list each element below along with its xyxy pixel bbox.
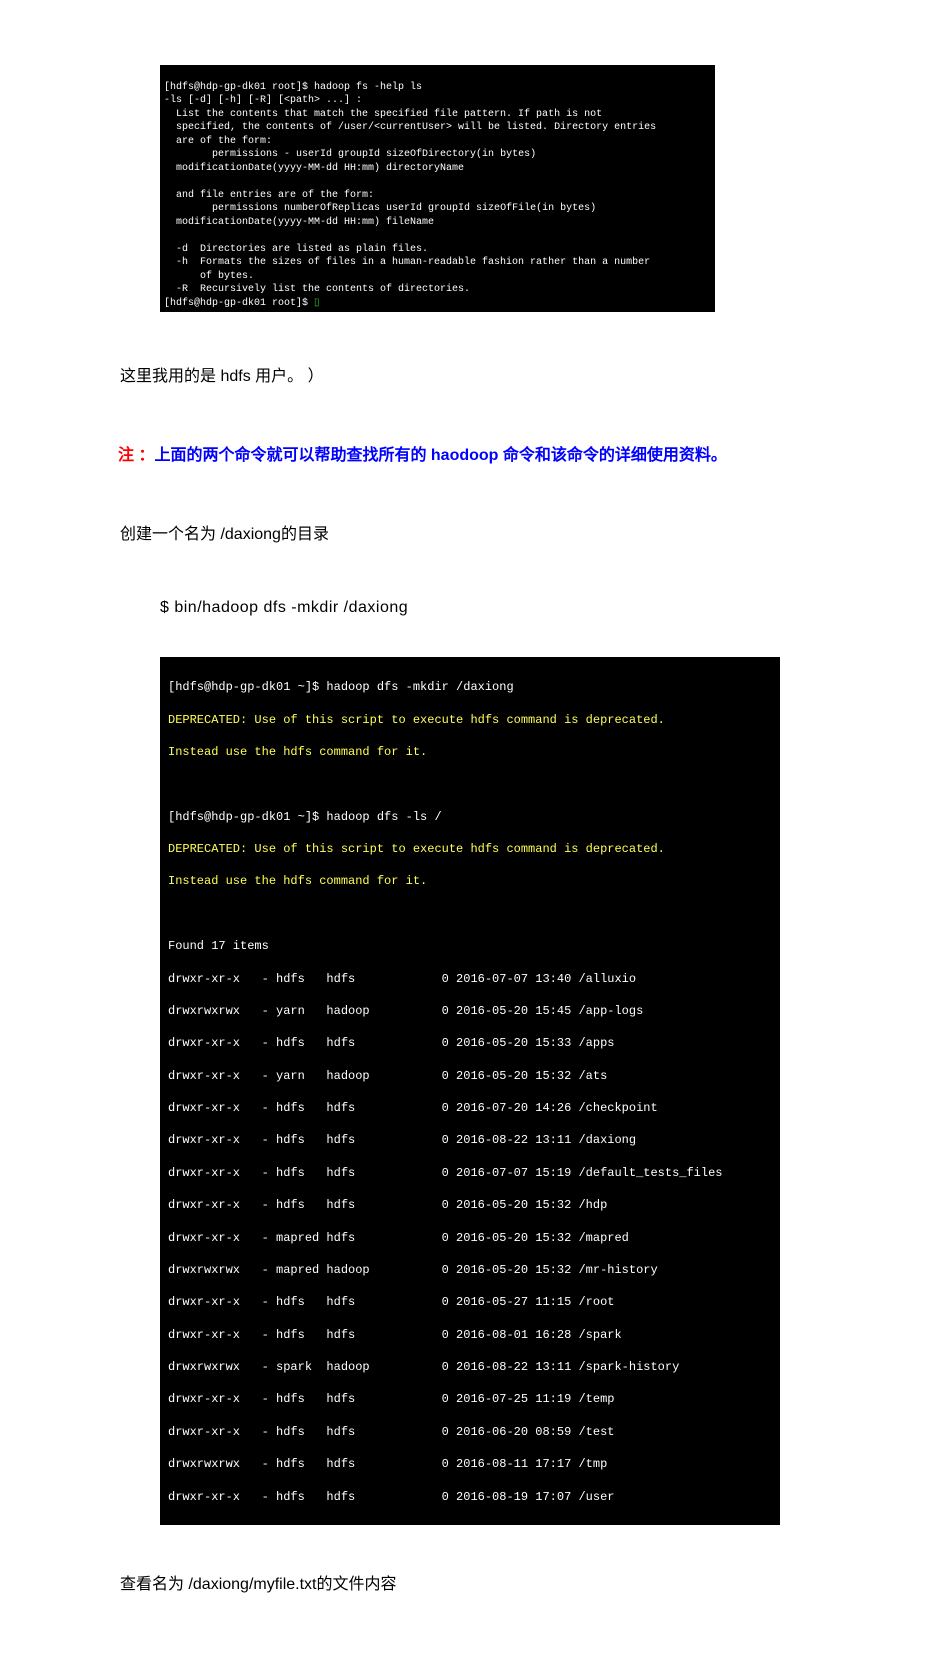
table-row: drwxr-xr-x - hdfs hdfs 0 2016-07-07 15:1… [168,1165,776,1181]
table-row: drwxr-xr-x - yarn hadoop 0 2016-05-20 15… [168,1068,776,1084]
shell-line: [hdfs@hdp-gp-dk01 ~]$ hadoop dfs -mkdir … [168,679,776,695]
shell-prompt: [hdfs@hdp-gp-dk01 root]$ [164,82,314,93]
table-row: drwxrwxrwx - mapred hadoop 0 2016-05-20 … [168,1262,776,1278]
table-row: drwxr-xr-x - hdfs hdfs 0 2016-08-19 17:0… [168,1489,776,1505]
terminal-body: -ls [-d] [-h] [-R] [<path> ...] : List t… [164,95,656,295]
note-body: 上面的两个命令就可以帮助查找所有的 haodoop 命令和该命令的详细使用资料。 [154,447,726,464]
table-row: drwxr-xr-x - hdfs hdfs 0 2016-05-27 11:1… [168,1294,776,1310]
shell-line: [hdfs@hdp-gp-dk01 ~]$ hadoop dfs -ls / [168,809,776,825]
table-row: drwxrwxrwx - spark hadoop 0 2016-08-22 1… [168,1359,776,1375]
table-row: drwxr-xr-x - hdfs hdfs 0 2016-05-20 15:3… [168,1197,776,1213]
table-row: drwxr-xr-x - hdfs hdfs 0 2016-07-25 11:1… [168,1391,776,1407]
table-row: drwxrwxrwx - hdfs hdfs 0 2016-08-11 17:1… [168,1456,776,1472]
shell-prompt: [hdfs@hdp-gp-dk01 root]$ [164,298,314,309]
deprecated-line: Instead use the hdfs command for it. [168,873,776,889]
table-row: drwxr-xr-x - hdfs hdfs 0 2016-08-01 16:2… [168,1327,776,1343]
note-prefix: 注 ： [118,447,154,464]
deprecated-line: Instead use the hdfs command for it. [168,744,776,760]
deprecated-line: DEPRECATED: Use of this script to execut… [168,841,776,857]
cursor-icon: ▯ [314,298,320,309]
table-row: drwxr-xr-x - hdfs hdfs 0 2016-06-20 08:5… [168,1424,776,1440]
table-row: drwxr-xr-x - hdfs hdfs 0 2016-07-07 13:4… [168,971,776,987]
paragraph-user-note: 这里我用的是 hdfs 用户。 ） [120,362,945,386]
shell-command: hadoop fs -help ls [314,82,422,93]
found-items: Found 17 items [168,938,776,954]
paragraph-cat: 查看名为 /daxiong/myfile.txt的文件内容 [120,1570,945,1594]
table-row: drwxr-xr-x - mapred hdfs 0 2016-05-20 15… [168,1230,776,1246]
command-mkdir: $ bin/hadoop dfs -mkdir /daxiong [160,599,945,617]
deprecated-line: DEPRECATED: Use of this script to execut… [168,712,776,728]
paragraph-mkdir: 创建一个名为 /daxiong的目录 [120,520,945,544]
table-row: drwxr-xr-x - hdfs hdfs 0 2016-07-20 14:2… [168,1100,776,1116]
table-row: drwxr-xr-x - hdfs hdfs 0 2016-05-20 15:3… [168,1035,776,1051]
terminal-output-help-ls: [hdfs@hdp-gp-dk01 root]$ hadoop fs -help… [160,65,715,312]
table-row: drwxrwxrwx - yarn hadoop 0 2016-05-20 15… [168,1003,776,1019]
terminal-output-mkdir-ls: [hdfs@hdp-gp-dk01 ~]$ hadoop dfs -mkdir … [160,657,780,1525]
note-line: 注 ：上面的两个命令就可以帮助查找所有的 haodoop 命令和该命令的详细使用… [118,441,945,465]
table-row: drwxr-xr-x - hdfs hdfs 0 2016-08-22 13:1… [168,1132,776,1148]
